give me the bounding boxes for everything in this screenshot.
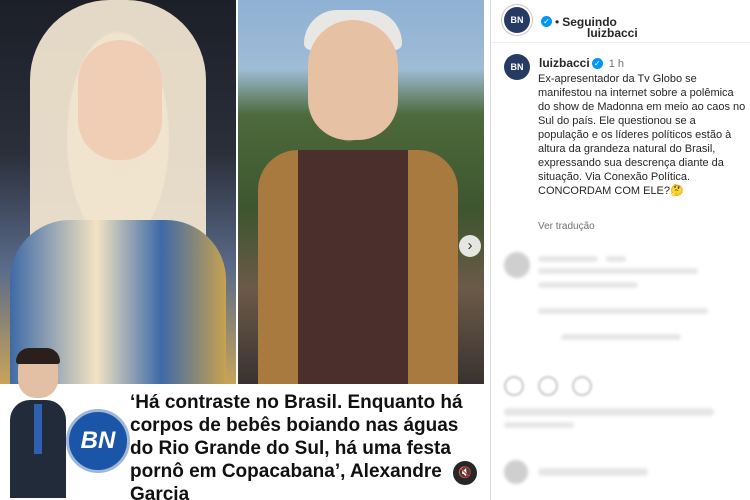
add-comment-input[interactable] — [538, 468, 648, 476]
post-header: BN luizbacci ✓ • Seguindo — [491, 0, 750, 43]
caption-text: Ex-apresentador da Tv Globo se manifesto… — [538, 73, 746, 197]
quote-caption: ‘Há contraste no Brasil. Enquanto há cor… — [130, 392, 463, 500]
caption-username[interactable]: luizbacci — [539, 56, 590, 70]
comment-line — [538, 256, 598, 262]
comment-avatar — [504, 252, 530, 278]
share-icon[interactable] — [572, 376, 592, 396]
verified-icon: ✓ — [541, 16, 552, 28]
reporter-cutout — [10, 348, 66, 498]
speaker-muted-icon[interactable]: 🔇 — [453, 461, 477, 485]
view-replies — [561, 334, 681, 340]
post-sidebar: BN luizbacci ✓ • Seguindo BN luizbacci ✓ 1 h … — [490, 0, 750, 500]
separator-dot: • — [555, 15, 560, 29]
chevron-right-icon[interactable]: › — [459, 235, 481, 257]
comment-line — [538, 282, 638, 288]
likes-line — [504, 408, 714, 416]
comment-line — [606, 256, 626, 262]
post-time: 1 h — [608, 58, 624, 70]
caption-avatar[interactable]: BN — [504, 54, 530, 80]
see-translation-link[interactable]: Ver tradução — [538, 221, 595, 232]
emoji-icon[interactable] — [504, 460, 528, 484]
header-username[interactable]: luizbacci — [587, 26, 638, 40]
comment-icon[interactable] — [538, 376, 558, 396]
comment-actions — [538, 308, 708, 314]
madonna-photo — [0, 0, 236, 384]
comment-line — [538, 268, 698, 274]
heart-icon[interactable] — [504, 376, 524, 396]
avatar[interactable]: BN — [504, 7, 530, 33]
ibn-logo: BN — [66, 409, 130, 473]
logo-text: BN — [80, 427, 116, 454]
post-media[interactable]: › BN ‘Há contraste no Brasil. Enquanto h… — [0, 0, 490, 500]
date-line — [504, 422, 574, 428]
verified-icon: ✓ — [591, 58, 603, 70]
alexandre-garcia-photo — [238, 0, 484, 384]
